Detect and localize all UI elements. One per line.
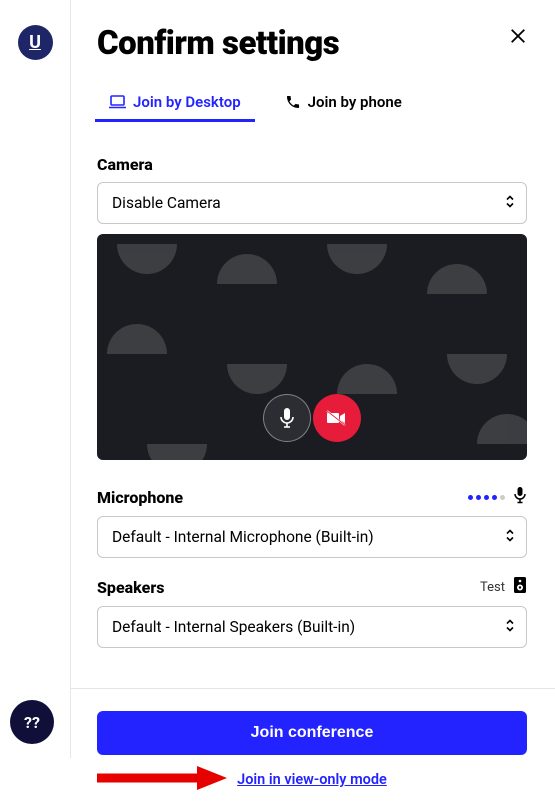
left-rail: U xyxy=(0,0,70,758)
toggle-mic-button[interactable] xyxy=(263,394,311,442)
camera-off-icon xyxy=(326,409,348,427)
join-view-only-link[interactable]: Join in view-only mode xyxy=(237,771,387,788)
tab-join-desktop[interactable]: Join by Desktop xyxy=(95,85,255,122)
phone-icon xyxy=(285,94,301,110)
mic-icon xyxy=(278,407,296,429)
laptop-icon xyxy=(109,95,126,109)
microphone-label: Microphone xyxy=(97,488,183,507)
toggle-camera-button[interactable] xyxy=(313,394,361,442)
settings-panel: Confirm settings Join by Desktop xyxy=(70,0,555,758)
tab-label: Join by phone xyxy=(308,93,402,111)
logo-badge: U xyxy=(18,25,53,60)
page-title: Confirm settings xyxy=(97,24,339,63)
tabs: Join by Desktop Join by phone xyxy=(97,85,527,123)
mic-icon xyxy=(513,486,527,508)
tab-join-phone[interactable]: Join by phone xyxy=(271,85,416,122)
camera-label: Camera xyxy=(97,155,527,174)
help-button[interactable]: ?? xyxy=(10,700,54,744)
microphone-select[interactable]: Default - Internal Microphone (Built-in) xyxy=(97,516,527,558)
mic-level-indicator xyxy=(468,495,505,500)
test-speakers-link[interactable]: Test xyxy=(480,580,505,595)
close-icon xyxy=(509,27,527,45)
annotation-arrow xyxy=(97,765,227,795)
tab-label: Join by Desktop xyxy=(133,93,241,111)
camera-select[interactable]: Disable Camera xyxy=(97,182,527,224)
speakers-select[interactable]: Default - Internal Speakers (Built-in) xyxy=(97,606,527,648)
speaker-icon xyxy=(513,576,527,598)
speakers-label: Speakers xyxy=(97,578,165,597)
close-button[interactable] xyxy=(504,22,532,53)
join-conference-button[interactable]: Join conference xyxy=(97,711,527,755)
camera-preview xyxy=(97,234,527,460)
